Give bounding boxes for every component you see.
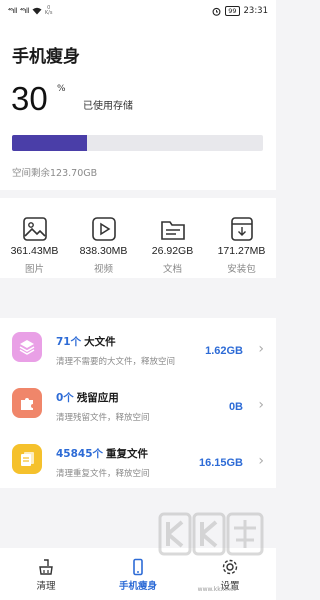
chevron-right-icon: › — [258, 341, 264, 357]
list-item-large-files[interactable]: 71个 大文件 清理不需要的大文件，释放空间 1.62GB › — [0, 322, 276, 378]
category-size: 26.92GB — [151, 245, 194, 257]
signal-icon: ⁴⁶ıll — [8, 7, 17, 15]
folder-icon — [160, 221, 185, 240]
item-size: 16.15GB — [198, 457, 243, 469]
phone-icon — [133, 558, 143, 576]
used-storage-label: 已使用存储 — [83, 101, 133, 112]
video-icon — [91, 217, 116, 241]
signal-icon: ⁴⁶ıll — [19, 7, 29, 15]
item-name: 残留应用 — [76, 392, 119, 404]
category-packages[interactable]: 171.27MB 安装包 — [207, 198, 276, 278]
broom-icon — [39, 559, 53, 575]
page-title: 手机瘦身 — [12, 47, 80, 67]
list-item-duplicate-files[interactable]: 45845个 重复文件 清理重复文件，释放空间 16.15GB › — [0, 434, 276, 490]
list-item-title: 0个 残留应用 — [56, 390, 119, 405]
category-size: 171.27MB — [217, 245, 266, 257]
remaining-space: 空间剩余123.70GB — [12, 168, 98, 179]
category-videos[interactable]: 838.30MB 视频 — [69, 198, 138, 278]
package-icon — [230, 217, 253, 241]
network-speed: 0 K/s — [45, 6, 53, 16]
category-label: 视频 — [93, 264, 113, 275]
category-label: 安装包 — [227, 264, 256, 275]
category-row: 361.43MB 图片 838.30MB 视频 26.92GB 文档 171.2… — [0, 198, 276, 278]
alarm-icon — [212, 7, 221, 16]
item-count: 45845个 — [56, 448, 104, 460]
storage-progress-fill — [12, 135, 88, 151]
tab-clean[interactable]: 清理 — [0, 548, 92, 600]
item-name: 重复文件 — [106, 448, 149, 460]
category-images[interactable]: 361.43MB 图片 — [0, 198, 69, 278]
status-left: ⁴⁶ıll ⁴⁶ıll 0 K/s — [8, 6, 52, 16]
status-right: 99 23:31 — [212, 6, 268, 16]
storage-progress-bar — [12, 135, 263, 151]
image-icon — [22, 217, 47, 241]
list-item-title: 71个 大文件 — [56, 334, 116, 349]
item-count: 71个 — [56, 336, 82, 348]
status-bar: ⁴⁶ıll ⁴⁶ıll 0 K/s 99 23:31 — [0, 0, 276, 22]
category-label: 文档 — [162, 264, 182, 275]
kkx-watermark-logo — [158, 512, 264, 556]
storage-summary-card: 手机瘦身 30 % 已使用存储 空间剩余123.70GB — [0, 22, 276, 190]
wifi-icon — [32, 7, 42, 15]
item-description: 清理残留文件，释放空间 — [56, 413, 150, 423]
item-size: 0B — [228, 401, 243, 413]
list-item-title: 45845个 重复文件 — [56, 446, 148, 461]
tab-label: 清理 — [36, 581, 56, 592]
files-icon — [12, 444, 42, 474]
chevron-right-icon: › — [258, 453, 264, 469]
tab-label: 手机瘦身 — [118, 581, 157, 592]
item-size: 1.62GB — [205, 345, 243, 357]
category-label: 图片 — [24, 264, 44, 275]
clock: 23:31 — [243, 6, 269, 16]
percent-sign: % — [57, 84, 66, 94]
used-percent: 30 — [11, 80, 48, 117]
list-item-residual-apps[interactable]: 0个 残留应用 清理残留文件，释放空间 0B › — [0, 378, 276, 434]
category-size: 361.43MB — [10, 245, 59, 257]
puzzle-icon — [12, 388, 42, 418]
chevron-right-icon: › — [258, 397, 264, 413]
item-description: 清理不需要的大文件，释放空间 — [56, 357, 176, 367]
cleanup-list: 71个 大文件 清理不需要的大文件，释放空间 1.62GB › 0个 残留应用 清理… — [0, 318, 276, 488]
watermark-url: www.kkx.net — [197, 586, 236, 593]
item-name: 大文件 — [84, 336, 116, 348]
category-documents[interactable]: 26.92GB 文档 — [138, 198, 207, 278]
category-size: 838.30MB — [79, 245, 128, 257]
speed-unit: K/s — [44, 10, 53, 16]
battery-icon: 99 — [225, 6, 240, 16]
layers-icon — [12, 332, 42, 362]
item-description: 清理重复文件，释放空间 — [56, 469, 150, 479]
item-count: 0个 — [56, 392, 74, 404]
